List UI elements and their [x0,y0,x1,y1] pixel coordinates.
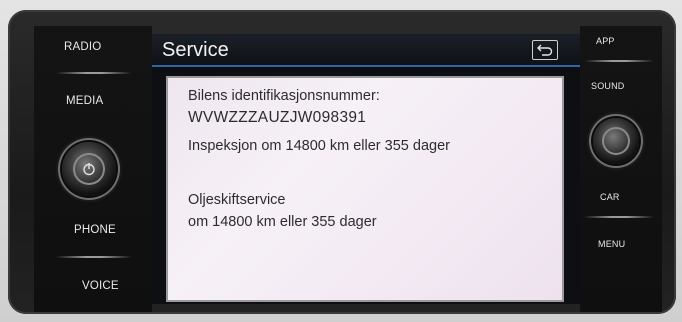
voice-button[interactable]: VOICE [82,280,119,292]
oil-service-due: om 14800 km eller 355 dager [188,214,377,230]
oil-service-title: Oljeskiftservice [188,192,286,208]
infotainment-bezel: RADIO MEDIA PHONE VOICE Service Bilens i… [8,10,676,314]
media-button[interactable]: MEDIA [66,95,103,107]
knob-cap [602,127,630,155]
vin-value: WVWZZZAUZJW098391 [188,109,367,126]
title-underline [152,65,580,67]
divider [584,60,654,62]
inspection-due: Inspeksjon om 14800 km eller 355 dager [188,138,450,154]
divider [56,72,132,74]
page-title: Service [162,39,229,61]
tuning-knob[interactable] [593,118,639,164]
right-button-panel [580,26,662,312]
divider [584,216,654,218]
photo-frame: RADIO MEDIA PHONE VOICE Service Bilens i… [0,0,682,322]
volume-power-knob[interactable] [62,142,116,196]
phone-button[interactable]: PHONE [74,224,116,236]
radio-button[interactable]: RADIO [64,41,101,53]
car-button[interactable]: CAR [600,192,620,202]
title-bar: Service [152,34,580,66]
vin-label: Bilens identifikasjonsnummer: [188,88,380,104]
app-button[interactable]: APP [596,36,615,46]
infotainment-screen: Service Bilens identifikasjonsnummer: WV… [152,34,580,304]
back-arrow-icon [537,44,553,56]
power-icon [83,163,95,176]
knob-cap [73,153,105,185]
menu-button[interactable]: MENU [598,239,625,249]
back-button[interactable] [532,40,558,60]
service-info-panel: Bilens identifikasjonsnummer: WVWZZZAUZJ… [166,76,564,302]
sound-button[interactable]: SOUND [591,81,625,91]
divider [56,256,132,258]
